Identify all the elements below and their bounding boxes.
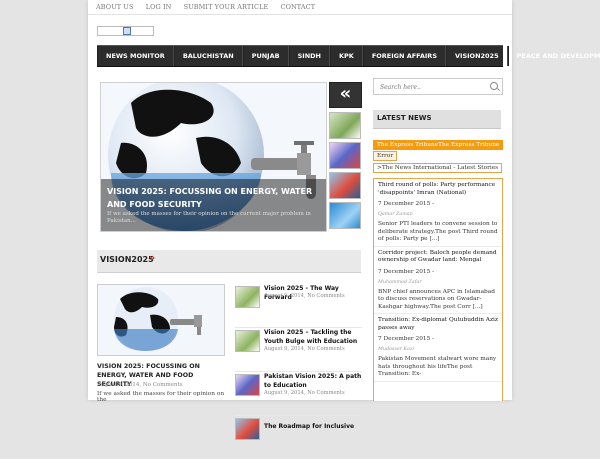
feed-source-tag[interactable]: >The News International - Latest Stories [373, 163, 503, 173]
slider-thumb[interactable] [329, 112, 361, 139]
nav-item-sindh[interactable]: SINDH [288, 46, 330, 66]
feed-date: 7 December 2015 - [378, 201, 435, 207]
feed-source-tag[interactable]: The Express TribuneThe Express Tribune [373, 140, 504, 150]
feed-item[interactable]: Third round of polls: Party performance … [374, 179, 502, 247]
feed-date: 7 December 2015 - [378, 336, 435, 342]
nav-item-baluchistan[interactable]: BALUCHISTAN [173, 46, 243, 66]
nav-item-kpk[interactable]: KPK [329, 46, 363, 66]
nav-item-foreign-affairs[interactable]: FOREIGN AFFAIRS [362, 46, 446, 66]
search-box [373, 78, 503, 95]
top-link-contact[interactable]: Contact [281, 3, 316, 11]
news-feed: Third round of polls: Party performance … [373, 178, 503, 401]
post-thumbnail[interactable] [235, 330, 260, 352]
post-meta: August 9, 2014, No Comments [264, 293, 345, 299]
slider-thumb[interactable] [329, 172, 361, 199]
feed-item[interactable]: Transition: Ex-diplomat Qutubuddin Aziz … [374, 314, 502, 382]
post-title[interactable]: The Roadmap for Inclusive [264, 422, 362, 431]
top-links: About Us Log In Submit Your Article Cont… [96, 3, 325, 11]
post-title[interactable]: Pakistan Vision 2025: A path to Educatio… [264, 372, 362, 390]
broken-image-icon [123, 27, 131, 35]
feed-author: Muhammad Zafar [378, 279, 422, 285]
feed-excerpt: Pakistan Movement stalwart wore many hat… [378, 356, 497, 377]
feed-author: Qamar Zaman [378, 212, 413, 217]
search-icon[interactable] [490, 82, 498, 90]
nav-item-punjab[interactable]: PUNJAB [242, 46, 289, 66]
top-link-login[interactable]: Log In [146, 3, 172, 11]
slider-thumb[interactable] [329, 142, 361, 169]
post-meta: August 9, 2014, No Comments [264, 390, 345, 396]
slider-thumbnails: « [329, 82, 362, 232]
page-wrapper: About Us Log In Submit Your Article Cont… [88, 0, 600, 440]
slider-excerpt: If we asked the masses for their opinion… [107, 211, 311, 224]
list-item[interactable]: Vision 2025 - The Way Forward August 9, … [235, 284, 362, 328]
site-logo[interactable] [97, 26, 154, 36]
feed-author: Mudasser Kazi [378, 347, 415, 352]
feed-date: 7 December 2015 - [378, 268, 435, 275]
top-link-submit-article[interactable]: Submit Your Article [184, 3, 269, 11]
post-meta: August 9, 2014, No Comments [264, 346, 345, 352]
feed-headline[interactable]: Corridor project: Baloch people demand o… [378, 250, 498, 265]
main-nav: NEWS MONITOR BALUCHISTAN PUNJAB SINDH KP… [97, 45, 600, 67]
slider-thumb[interactable] [329, 202, 361, 229]
feed-headline[interactable]: Third round of polls: Party performance … [378, 182, 498, 197]
post-title[interactable]: Vision 2025 – Tackling the Youth Bulge w… [264, 328, 362, 346]
featured-post-meta: August 9, 2014, No Comments [97, 382, 183, 388]
post-thumbnail[interactable] [235, 374, 260, 396]
post-thumbnail[interactable] [235, 418, 260, 440]
nav-item-news-monitor[interactable]: NEWS MONITOR [97, 46, 174, 66]
latest-news-title: LATEST NEWS [377, 114, 432, 122]
post-thumbnail[interactable] [235, 286, 260, 308]
globe-faucet-image [114, 287, 202, 351]
nav-item-peace-development[interactable]: PEACE AND DEVELOPMENT [507, 46, 600, 66]
featured-post-excerpt: If we asked the masses for their opinion… [97, 391, 225, 403]
feed-excerpt: BNP chief announces APC in Islamabad to … [378, 288, 495, 310]
feed-excerpt: Senior PTI leaders to convene session to… [378, 221, 498, 242]
post-list: Vision 2025 - The Way Forward August 9, … [235, 284, 362, 459]
search-input[interactable] [378, 81, 490, 93]
featured-slider[interactable]: VISION 2025: FOCUSSING ON ENERGY, WATER … [100, 82, 327, 232]
slider-prev-button[interactable]: « [329, 82, 362, 108]
featured-post-image[interactable] [97, 284, 225, 356]
section-title[interactable]: VISION2025 [100, 255, 154, 264]
latest-news-heading: LATEST NEWS [373, 110, 501, 129]
top-divider [88, 14, 512, 15]
feed-error-tag: Error [373, 151, 398, 161]
list-item[interactable]: Pakistan Vision 2025: A path to Educatio… [235, 372, 362, 416]
feed-headline[interactable]: Transition: Ex-diplomat Qutubuddin Aziz … [378, 317, 498, 332]
slider-caption: VISION 2025: FOCUSSING ON ENERGY, WATER … [101, 179, 326, 231]
list-item[interactable]: Vision 2025 – Tackling the Youth Bulge w… [235, 328, 362, 372]
double-arrow-icon: » [149, 253, 156, 264]
section-heading-vision2025: VISION2025 » [97, 250, 361, 273]
feed-item[interactable]: Corridor project: Baloch people demand o… [374, 247, 502, 314]
slider-title[interactable]: VISION 2025: FOCUSSING ON ENERGY, WATER … [107, 185, 322, 211]
nav-item-vision2025[interactable]: VISION2025 [446, 46, 508, 66]
top-link-about[interactable]: About Us [96, 3, 134, 11]
list-item[interactable]: The Roadmap for Inclusive [235, 416, 362, 459]
